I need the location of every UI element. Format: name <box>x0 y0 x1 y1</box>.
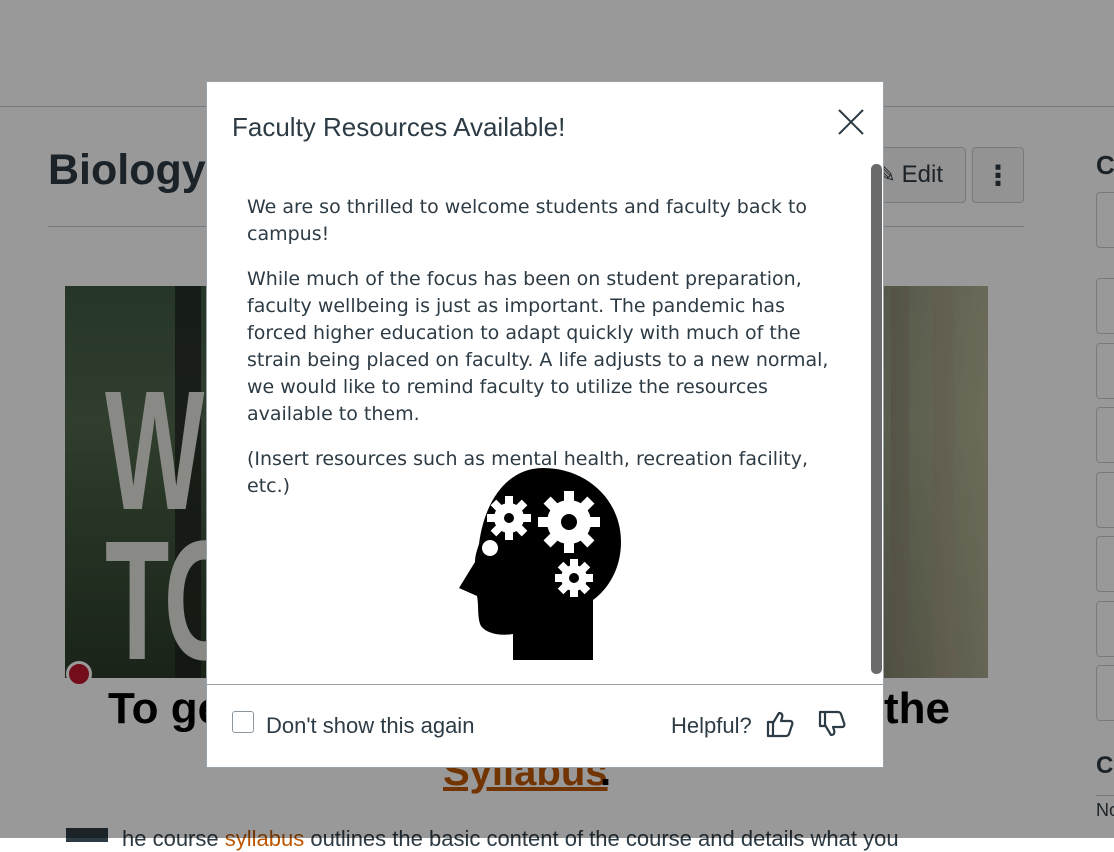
modal-paragraph: While much of the focus has been on stud… <box>247 268 829 425</box>
modal-scrollbar[interactable] <box>871 164 882 674</box>
modal-paragraph: We are so thrilled to welcome students a… <box>247 196 808 245</box>
head-gears-icon <box>459 468 621 660</box>
dont-show-again-checkbox[interactable] <box>232 711 254 733</box>
modal-footer: Don't show this again Helpful? <box>207 684 883 769</box>
faculty-resources-modal: Faculty Resources Available! We are so t… <box>206 81 884 768</box>
thumbs-down-icon[interactable] <box>817 709 847 739</box>
close-icon <box>838 109 864 135</box>
helpful-label: Helpful? <box>671 713 752 738</box>
thumbs-up-icon[interactable] <box>765 709 795 739</box>
dont-show-again-label[interactable]: Don't show this again <box>266 713 474 739</box>
modal-title: Faculty Resources Available! <box>232 112 566 142</box>
close-button[interactable] <box>833 104 869 140</box>
